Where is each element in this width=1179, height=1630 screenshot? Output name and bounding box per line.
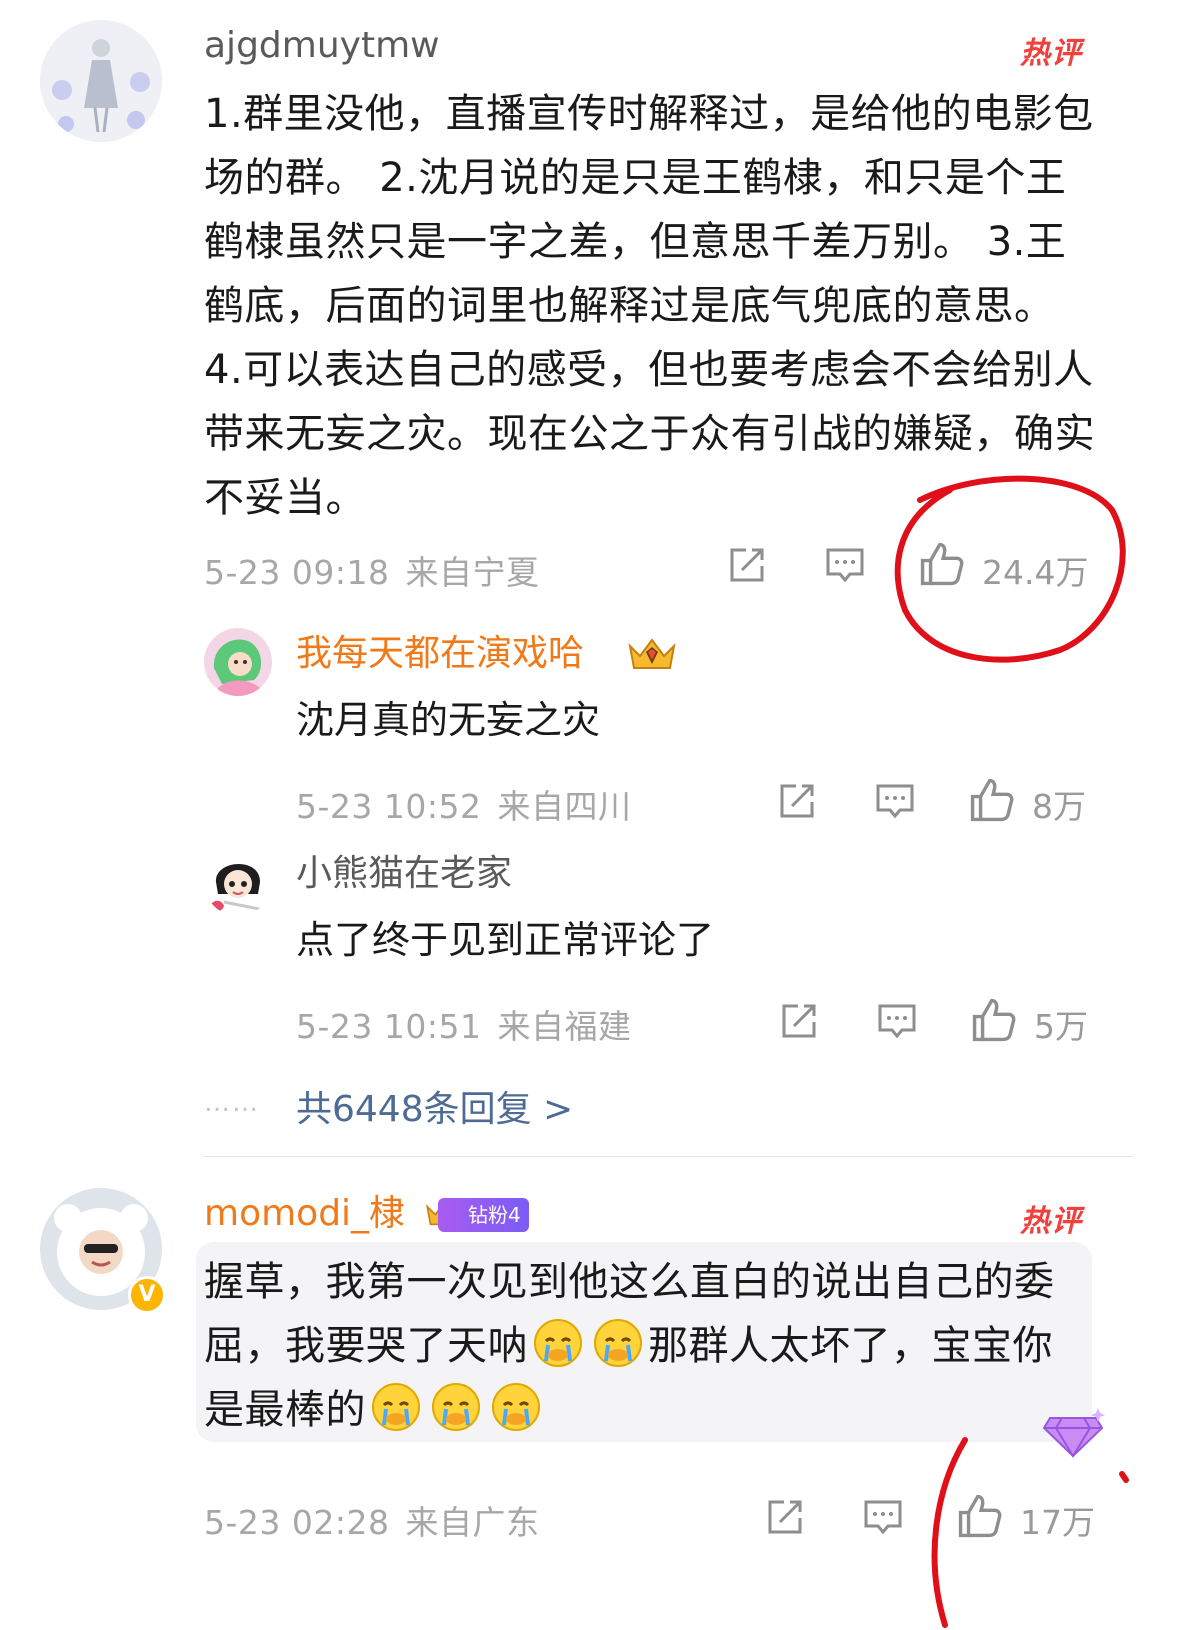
avatar-reply2[interactable] — [204, 848, 272, 916]
comment1-hot-badge: 热评 — [1020, 36, 1082, 71]
reply1-location: 来自四川 — [497, 787, 632, 826]
crying-emoji-icon — [430, 1381, 482, 1433]
comment1-username[interactable]: ajgdmuytmw — [204, 24, 440, 68]
comment2-date: 5-23 02:28 — [204, 1503, 390, 1542]
comment1-text: 1.群里没他，直播宣传时解释过，是给他的电影包场的群。 2.沈月说的是只是王鹤棣… — [204, 91, 1095, 521]
avatar-ajgdmuytmw[interactable] — [40, 20, 162, 142]
crying-emoji-icon — [592, 1317, 644, 1369]
crying-emoji-icon — [532, 1317, 584, 1369]
comment-icon[interactable] — [876, 1000, 918, 1042]
like-icon[interactable] — [956, 1492, 1004, 1540]
fan-level-badge: 钻粉4 — [438, 1198, 529, 1232]
comment-icon[interactable] — [862, 1496, 904, 1538]
share-icon[interactable] — [776, 780, 818, 822]
verified-badge-icon: V — [128, 1276, 166, 1314]
reply2-username[interactable]: 小熊猫在老家 — [296, 852, 512, 896]
reply1-meta: 5-23 10:52 来自四川 — [296, 780, 632, 828]
reply1-date: 5-23 10:52 — [296, 787, 482, 826]
reply1-like-count: 8万 — [1032, 787, 1086, 826]
comment2-meta: 5-23 02:28 来自广东 — [204, 1496, 540, 1544]
comment-icon[interactable] — [874, 780, 916, 822]
weibo-comments-page: ajgdmuytmw 热评 1.群里没他，直播宣传时解释过，是给他的电影包场的群… — [0, 0, 1179, 1630]
diamond-gift-icon[interactable] — [1040, 1404, 1106, 1460]
comment2-username[interactable]: momodi_棣 — [204, 1192, 405, 1236]
crying-emoji-icon — [370, 1381, 422, 1433]
comment1-meta: 5-23 09:18 来自宁夏 — [204, 546, 540, 594]
annotation-mark — [1119, 1471, 1129, 1483]
comment1-location: 来自宁夏 — [405, 553, 540, 592]
comment2-like-count: 17万 — [1020, 1503, 1095, 1542]
more-replies-link[interactable]: 共6448条回复 > — [296, 1080, 573, 1132]
reply2-location: 来自福建 — [497, 1007, 632, 1046]
reply2-like-count: 5万 — [1034, 1007, 1088, 1046]
comment2-text: 握草，我第一次见到他这么直白的说出自己的委屈，我要哭了天呐 那群人太坏了，宝宝你是… — [204, 1250, 1084, 1442]
like-icon[interactable] — [918, 540, 966, 588]
reply1-text: 沈月真的无妄之灾 — [296, 698, 601, 742]
reply1-username[interactable]: 我每天都在演戏哈 — [296, 632, 584, 676]
more-replies-dots: …… — [204, 1088, 260, 1118]
share-icon[interactable] — [726, 544, 768, 586]
reply2-meta: 5-23 10:51 来自福建 — [296, 1000, 632, 1048]
like-icon[interactable] — [970, 996, 1018, 1044]
share-icon[interactable] — [778, 1000, 820, 1042]
comment2-location: 来自广东 — [405, 1503, 540, 1542]
reply2-date: 5-23 10:51 — [296, 1007, 482, 1046]
avatar-reply1[interactable] — [204, 628, 272, 696]
comment1-date: 5-23 09:18 — [204, 553, 390, 592]
comment1-like-count: 24.4万 — [982, 553, 1089, 592]
comment-divider — [204, 1156, 1134, 1157]
crown-icon — [626, 634, 678, 674]
reply2-text: 点了终于见到正常评论了 — [296, 918, 715, 962]
share-icon[interactable] — [764, 1496, 806, 1538]
like-icon[interactable] — [968, 776, 1016, 824]
comment2-hot-badge: 热评 — [1020, 1204, 1082, 1239]
crying-emoji-icon — [490, 1381, 542, 1433]
comment-icon[interactable] — [824, 544, 866, 586]
